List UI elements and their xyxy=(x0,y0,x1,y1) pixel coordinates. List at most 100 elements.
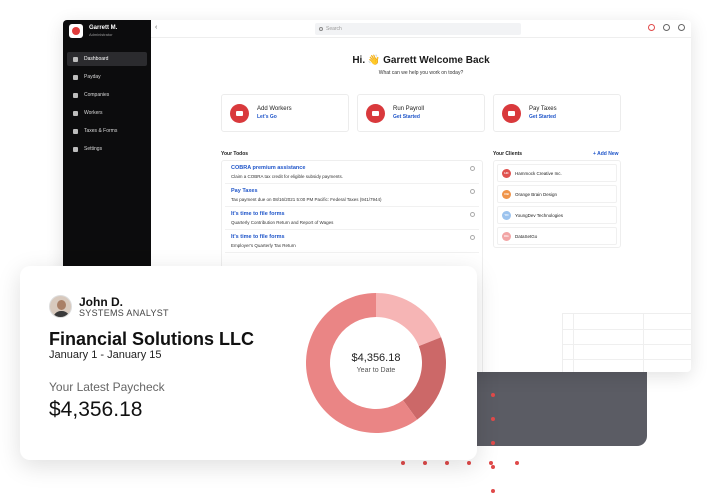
sidebar-item-label: Workers xyxy=(84,110,103,116)
check-circle-icon[interactable] xyxy=(470,235,475,240)
user-avatar-icon[interactable] xyxy=(678,24,685,31)
users-icon xyxy=(73,110,78,116)
clients-panel: HC Hammock Creative Inc. OB Orange Brain D… xyxy=(493,160,621,248)
search-input[interactable]: Search xyxy=(315,23,521,35)
check-circle-icon[interactable] xyxy=(470,166,475,171)
sidebar-item-dashboard[interactable]: Dashboard xyxy=(67,52,147,66)
chevron-left-icon[interactable]: ‹ xyxy=(155,24,157,31)
client-item[interactable]: YD YoungDev Technologies xyxy=(497,206,617,224)
decorative-dot xyxy=(491,441,495,445)
todo-title[interactable]: It's time to file forms xyxy=(231,211,473,217)
client-avatar: DG xyxy=(502,231,511,241)
check-circle-icon[interactable] xyxy=(470,212,475,217)
client-name: DataSetGo xyxy=(515,233,538,239)
sidebar-profile[interactable]: Garrett M. Administrator xyxy=(63,20,151,42)
client-item[interactable]: OB Orange Brain Design xyxy=(497,185,617,203)
sidebar-item-label: Dashboard xyxy=(84,56,109,62)
decorative-dot xyxy=(423,461,427,465)
paycheck-amount: $4,356.18 xyxy=(49,398,143,421)
sidebar-item-label: Companies xyxy=(84,92,110,98)
todo-title[interactable]: It's time to file forms xyxy=(231,234,473,240)
sidebar-item-label: Payday xyxy=(84,74,101,80)
decorative-dot xyxy=(489,461,493,465)
user-name: Garrett M. xyxy=(89,25,118,31)
sidebar-nav: Dashboard Payday Companies Workers Taxes… xyxy=(63,52,151,156)
employee-name: John D. xyxy=(79,295,123,309)
help-icon[interactable] xyxy=(663,24,670,31)
client-avatar: OB xyxy=(502,189,511,199)
sidebar-item-label: Taxes & Forms xyxy=(84,128,118,134)
action-link[interactable]: Get Started xyxy=(529,114,557,120)
sidebar-item-payday[interactable]: Payday xyxy=(67,70,147,84)
ytd-label: Year to Date xyxy=(356,367,396,374)
building-icon xyxy=(73,92,78,98)
sidebar-item-taxes-forms[interactable]: Taxes & Forms xyxy=(67,124,147,138)
check-circle-icon[interactable] xyxy=(470,189,475,194)
action-title: Add Workers xyxy=(257,106,292,112)
todo-title[interactable]: COBRA premium assistance xyxy=(231,165,473,171)
clients-title: Your Clients xyxy=(493,151,523,157)
decorative-dot xyxy=(491,393,495,397)
action-title: Run Payroll xyxy=(393,106,425,112)
search-placeholder: Search xyxy=(326,26,342,32)
sidebar-item-workers[interactable]: Workers xyxy=(67,106,147,120)
todo-item[interactable]: It's time to file forms Quarterly Contrib… xyxy=(225,207,479,230)
decorative-dot xyxy=(515,461,519,465)
decorative-dot xyxy=(467,461,471,465)
todo-desc: Tax payment due on 08/16/2021 5:00 PM Pa… xyxy=(231,197,382,202)
client-avatar: HC xyxy=(502,168,511,178)
add-client-link[interactable]: + Add New xyxy=(593,151,619,157)
client-name: Hammock Creative Inc. xyxy=(515,170,562,176)
payday-icon xyxy=(73,74,78,80)
client-item[interactable]: DG DataSetGo xyxy=(497,227,617,245)
paycheck-card: John D. SYSTEMS ANALYST Financial Soluti… xyxy=(20,266,477,460)
decorative-dot xyxy=(401,461,405,465)
client-avatar: YD xyxy=(502,210,511,220)
add-workers-card[interactable]: Add Workers Let's Go xyxy=(221,94,349,132)
data-table xyxy=(562,313,691,372)
payroll-icon xyxy=(366,103,385,123)
document-icon xyxy=(73,128,78,134)
todo-item[interactable]: It's time to file forms Employer's Quarte… xyxy=(225,230,479,253)
topbar-icons xyxy=(648,24,685,31)
todos-title: Your Todos xyxy=(221,151,249,157)
search-icon xyxy=(319,27,323,31)
todo-item[interactable]: Pay Taxes Tax payment due on 08/16/2021 5… xyxy=(225,184,479,207)
decorative-panel xyxy=(477,372,647,446)
welcome-subheading: What can we help you work on today? xyxy=(378,70,464,76)
client-name: Orange Brain Design xyxy=(515,191,558,197)
welcome-heading: Hi. 👋 Garrett Welcome Back xyxy=(352,55,490,66)
user-role: Administrator xyxy=(89,32,113,37)
todo-desc: Claim a COBRA tax credit for eligible su… xyxy=(231,174,344,179)
gear-icon xyxy=(73,146,78,152)
action-link[interactable]: Get Started xyxy=(393,114,424,120)
action-title: Pay Taxes xyxy=(529,106,557,112)
add-user-icon xyxy=(230,103,249,123)
decorative-dot xyxy=(491,489,495,493)
todo-item[interactable]: COBRA premium assistance Claim a COBRA ta… xyxy=(225,161,479,184)
pay-period: January 1 - January 15 xyxy=(49,349,162,361)
sidebar-item-settings[interactable]: Settings xyxy=(67,142,147,156)
client-name: YoungDev Technologies xyxy=(515,212,564,218)
todo-desc: Employer's Quarterly Tax Return xyxy=(231,243,296,248)
client-item[interactable]: HC Hammock Creative Inc. xyxy=(497,164,617,182)
decorative-dot xyxy=(491,465,495,469)
todo-desc: Quarterly Contribution Return and Report… xyxy=(231,220,334,225)
notification-bell-icon[interactable] xyxy=(648,24,655,31)
ytd-amount: $4,356.18 xyxy=(351,352,401,364)
topbar: ‹ Search xyxy=(151,20,691,38)
decorative-dot xyxy=(491,417,495,421)
decorative-dot xyxy=(445,461,449,465)
dashboard-icon xyxy=(73,56,78,62)
donut-center: $4,356.18 Year to Date xyxy=(304,291,448,435)
action-link[interactable]: Let's Go xyxy=(257,114,292,120)
avatar xyxy=(49,295,72,318)
tax-icon xyxy=(502,103,521,123)
run-payroll-card[interactable]: Run Payroll Get Started xyxy=(357,94,485,132)
todo-title[interactable]: Pay Taxes xyxy=(231,188,473,194)
company-name: Financial Solutions LLC xyxy=(49,329,255,349)
sidebar-item-companies[interactable]: Companies xyxy=(67,88,147,102)
employee-role: SYSTEMS ANALYST xyxy=(79,308,169,318)
pay-taxes-card[interactable]: Pay Taxes Get Started xyxy=(493,94,621,132)
sidebar-item-label: Settings xyxy=(84,146,103,152)
